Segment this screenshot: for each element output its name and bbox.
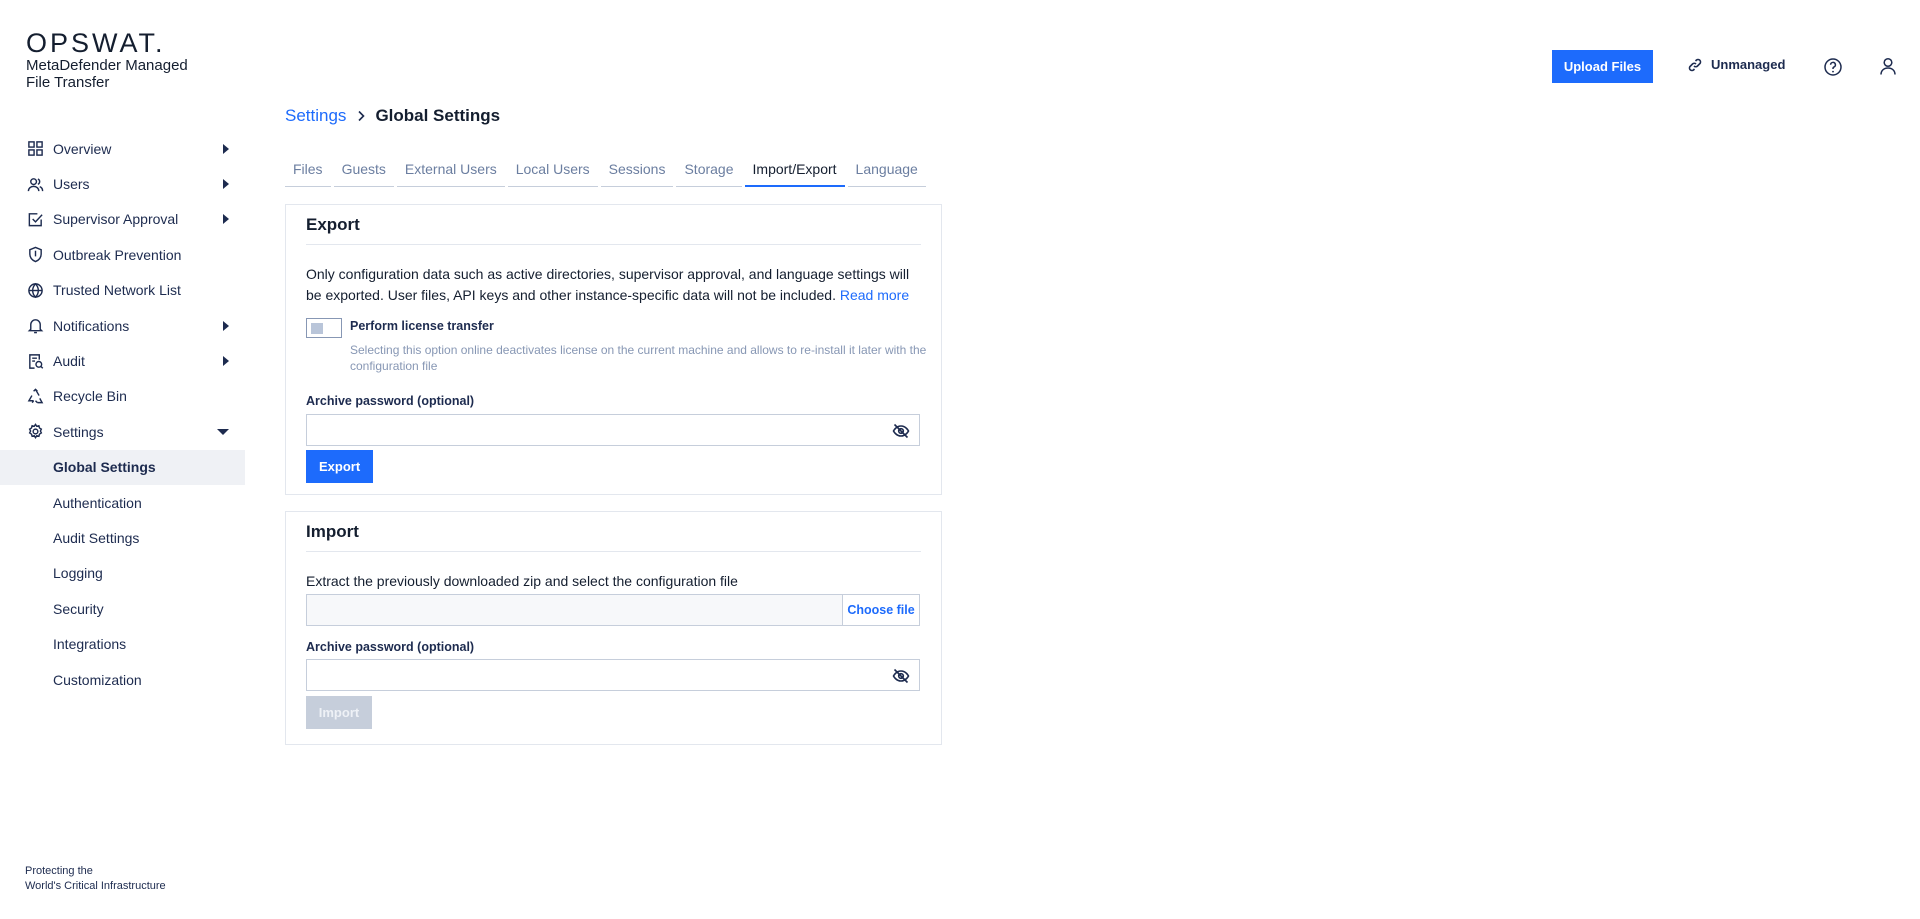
product-name-line2: File Transfer (26, 74, 110, 91)
link-icon (1688, 58, 1702, 71)
export-password-input[interactable] (307, 415, 867, 445)
sidebar-item-users[interactable]: Users (0, 166, 245, 201)
config-file-picker: Choose file (306, 594, 920, 626)
tab-external-users[interactable]: External Users (396, 155, 505, 187)
audit-icon (26, 352, 44, 370)
import-password-label: Archive password (optional) (306, 640, 475, 654)
sidebar-item-supervisor-approval[interactable]: Supervisor Approval (0, 202, 245, 237)
sidebar-subitem-global-settings[interactable]: Global Settings (0, 449, 245, 485)
page-title: Global Settings (375, 106, 501, 125)
chevron-right-icon (223, 214, 229, 225)
sidebar-item-audit[interactable]: Audit (0, 343, 245, 378)
chevron-right-icon (356, 110, 366, 122)
sidebar-subitem-authentication[interactable]: Authentication (0, 485, 245, 520)
breadcrumb: Settings Global Settings (285, 106, 500, 126)
license-transfer-toggle[interactable] (306, 318, 342, 338)
help-icon[interactable] (1823, 57, 1843, 77)
chevron-right-icon (223, 356, 229, 367)
sidebar-item-recycle-bin[interactable]: Recycle Bin (0, 379, 245, 414)
export-description: Only configuration data such as active d… (306, 264, 926, 306)
sidebar-item-label: Supervisor Approval (53, 211, 179, 228)
grid-icon (26, 140, 44, 158)
tab-guests[interactable]: Guests (333, 155, 394, 187)
product-name: MetaDefender Managed File Transfer (26, 57, 226, 91)
chevron-right-icon (223, 143, 229, 154)
eye-off-icon[interactable] (892, 422, 910, 440)
opswat-logo: OPSWAT. (26, 28, 166, 58)
export-title: Export (306, 215, 921, 245)
sidebar-item-label: Overview (53, 140, 112, 157)
recycle-icon (26, 387, 44, 405)
chevron-down-icon (217, 428, 229, 435)
sidebar-item-label: Audit (53, 353, 85, 370)
sidebar-subitem-security[interactable]: Security (0, 591, 245, 626)
read-more-link[interactable]: Read more (840, 287, 909, 303)
license-transfer-label: Perform license transfer (350, 319, 494, 333)
breadcrumb-settings-link[interactable]: Settings (285, 106, 346, 126)
unmanaged-link[interactable]: Unmanaged (1688, 57, 1785, 72)
footer-tagline-line2: World's Critical Infrastructure (25, 880, 166, 892)
eye-off-icon[interactable] (892, 667, 910, 685)
tab-files[interactable]: Files (285, 155, 331, 187)
sidebar-item-outbreak-prevention[interactable]: Outbreak Prevention (0, 237, 245, 272)
license-transfer-help: Selecting this option online deactivates… (350, 343, 927, 373)
sidebar-item-label: Notifications (53, 317, 130, 334)
export-button[interactable]: Export (306, 450, 374, 483)
unmanaged-label: Unmanaged (1711, 57, 1786, 72)
settings-tabs: Files Guests External Users Local Users … (285, 155, 929, 187)
export-card: Export Only configuration data such as a… (285, 204, 942, 495)
selected-file-display[interactable] (307, 595, 842, 625)
checkbox-icon (26, 210, 44, 228)
sidebar-item-trusted-network-list[interactable]: Trusted Network List (0, 273, 245, 308)
tab-language[interactable]: Language (847, 155, 926, 187)
sidebar-item-overview[interactable]: Overview (0, 131, 245, 166)
toggle-knob (311, 323, 323, 334)
export-description-text: Only configuration data such as active d… (306, 266, 910, 303)
footer-tagline-line1: Protecting the (25, 865, 93, 877)
import-button[interactable]: Import (306, 696, 372, 729)
export-password-field (306, 414, 920, 446)
import-title: Import (306, 522, 921, 552)
sidebar-subitem-customization[interactable]: Customization (0, 662, 245, 697)
sidebar-subitem-integrations[interactable]: Integrations (0, 626, 245, 661)
user-profile-icon[interactable] (1878, 56, 1898, 76)
gear-icon (26, 423, 44, 441)
sidebar: OPSWAT. MetaDefender Managed File Transf… (0, 0, 245, 919)
sidebar-item-settings[interactable]: Settings (0, 414, 245, 449)
import-card: Import Extract the previously downloaded… (285, 511, 942, 745)
users-icon (26, 175, 44, 193)
sidebar-item-label: Settings (53, 423, 104, 440)
sidebar-item-label: Outbreak Prevention (53, 246, 182, 263)
choose-file-button[interactable]: Choose file (842, 595, 919, 625)
sidebar-item-label: Trusted Network List (53, 282, 181, 299)
upload-files-button[interactable]: Upload Files (1552, 50, 1653, 83)
sidebar-item-notifications[interactable]: Notifications (0, 308, 245, 343)
sidebar-item-label: Users (53, 176, 90, 193)
export-password-label: Archive password (optional) (306, 394, 475, 408)
footer-tagline: Protecting the World's Critical Infrastr… (25, 864, 166, 894)
tab-local-users[interactable]: Local Users (507, 155, 598, 187)
import-password-input[interactable] (307, 660, 867, 690)
globe-icon (26, 281, 44, 299)
import-password-field (306, 659, 920, 691)
chevron-right-icon (223, 179, 229, 190)
sidebar-subitem-audit-settings[interactable]: Audit Settings (0, 520, 245, 555)
shield-icon (26, 246, 44, 264)
tab-import-export[interactable]: Import/Export (744, 155, 845, 187)
bell-icon (26, 317, 44, 335)
sidebar-item-label: Recycle Bin (53, 388, 127, 405)
product-name-line1: MetaDefender Managed (26, 57, 188, 74)
tab-sessions[interactable]: Sessions (600, 155, 674, 187)
sidebar-subitem-logging[interactable]: Logging (0, 556, 245, 591)
tab-storage[interactable]: Storage (676, 155, 742, 187)
sidebar-nav: Overview Users Supervisor Approval Outbr… (0, 131, 245, 697)
chevron-right-icon (223, 320, 229, 331)
import-description: Extract the previously downloaded zip an… (306, 573, 738, 589)
